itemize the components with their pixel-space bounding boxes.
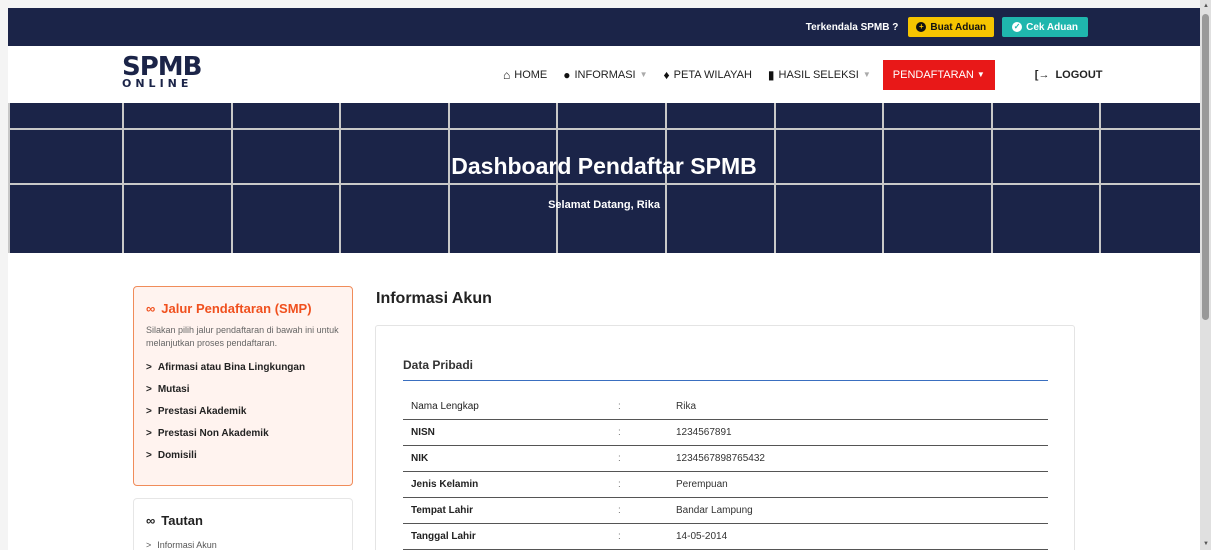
caret-down-icon: ▼ bbox=[976, 70, 985, 79]
home-icon: ⌂ bbox=[503, 67, 511, 82]
nav-logout-label: LOGOUT bbox=[1055, 68, 1103, 81]
grid-line bbox=[8, 128, 1200, 130]
table-row: Tempat Lahir : Bandar Lampung bbox=[403, 498, 1048, 524]
row-separator: : bbox=[618, 505, 621, 516]
page-title: Dashboard Pendaftar SPMB bbox=[451, 153, 757, 179]
jalur-item-prestasi-akademik[interactable]: > Prestasi Akademik bbox=[146, 400, 340, 422]
tautan-card: ∞ Tautan > Informasi Akun bbox=[133, 498, 353, 550]
row-separator: : bbox=[618, 401, 621, 412]
caret-down-icon: ▼ bbox=[639, 70, 648, 79]
jalur-item-label: Domisili bbox=[157, 449, 197, 461]
row-label: Jenis Kelamin bbox=[411, 479, 479, 490]
scrollbar-thumb[interactable] bbox=[1202, 14, 1209, 320]
data-pribadi-heading: Data Pribadi bbox=[403, 358, 474, 372]
row-label: Tanggal Lahir bbox=[411, 531, 476, 542]
nav-hasil-label: HASIL SELEKSI bbox=[778, 68, 859, 81]
link-icon: ∞ bbox=[146, 301, 156, 316]
nav-item-hasil-seleksi[interactable]: ▮ HASIL SELEKSI ▼ bbox=[768, 68, 871, 82]
row-separator: : bbox=[618, 453, 621, 464]
cek-aduan-label: Cek Aduan bbox=[1026, 21, 1078, 33]
table-row: Jenis Kelamin : Perempuan bbox=[403, 472, 1048, 498]
nav-informasi-label: INFORMASI bbox=[574, 68, 636, 81]
row-value: Bandar Lampung bbox=[676, 505, 753, 516]
vertical-scrollbar[interactable]: ▲ ▼ bbox=[1200, 0, 1211, 550]
chevron-right-icon: > bbox=[146, 361, 152, 373]
row-value: 1234567898765432 bbox=[676, 453, 765, 464]
info-circle-icon: ● bbox=[563, 67, 571, 82]
table-row: Nama Lengkap : Rika bbox=[403, 394, 1048, 420]
jalur-item-label: Prestasi Akademik bbox=[157, 405, 247, 417]
nav-home-label: HOME bbox=[514, 68, 548, 81]
tautan-item-informasi-akun[interactable]: > Informasi Akun bbox=[146, 540, 340, 550]
table-row: NIK : 1234567898765432 bbox=[403, 446, 1048, 472]
tautan-item-label: Informasi Akun bbox=[157, 540, 217, 550]
caret-down-icon: ▼ bbox=[862, 70, 871, 79]
chevron-right-icon: > bbox=[146, 427, 152, 439]
cek-aduan-button[interactable]: ✓ Cek Aduan bbox=[1002, 17, 1088, 37]
link-icon: ∞ bbox=[146, 513, 156, 528]
nav-item-informasi[interactable]: ● INFORMASI ▼ bbox=[563, 68, 647, 82]
section-title: Informasi Akun bbox=[376, 290, 492, 307]
row-value: 14-05-2014 bbox=[676, 531, 728, 542]
row-label: NIK bbox=[411, 453, 429, 464]
logo-text-online: ONLINE bbox=[122, 77, 193, 90]
table-row: NISN : 1234567891 bbox=[403, 420, 1048, 446]
scroll-up-icon[interactable]: ▲ bbox=[1203, 3, 1209, 9]
row-label: NISN bbox=[411, 427, 435, 438]
nav-item-logout[interactable]: [→ LOGOUT bbox=[1035, 69, 1103, 81]
row-value: Perempuan bbox=[676, 479, 728, 490]
jalur-heading: ∞ Jalur Pendaftaran (SMP) bbox=[146, 301, 340, 316]
jalur-title: Jalur Pendaftaran (SMP) bbox=[161, 301, 312, 316]
jalur-item-label: Afirmasi atau Bina Lingkungan bbox=[157, 361, 306, 373]
nav-item-home[interactable]: ⌂ HOME bbox=[503, 68, 547, 82]
table-row: Tanggal Lahir : 14-05-2014 bbox=[403, 524, 1048, 550]
row-value: Rika bbox=[676, 401, 697, 412]
row-value: 1234567891 bbox=[676, 427, 732, 438]
plus-circle-icon: + bbox=[916, 22, 927, 32]
logout-icon: [→ bbox=[1034, 68, 1050, 81]
nav-item-peta-wilayah[interactable]: ♦ PETA WILAYAH bbox=[664, 68, 752, 82]
buat-aduan-label: Buat Aduan bbox=[930, 21, 987, 33]
jalur-item-label: Prestasi Non Akademik bbox=[157, 427, 269, 439]
row-label: Nama Lengkap bbox=[411, 401, 479, 412]
scroll-down-icon[interactable]: ▼ bbox=[1203, 541, 1209, 547]
jalur-item-prestasi-non-akademik[interactable]: > Prestasi Non Akademik bbox=[146, 422, 340, 444]
map-pin-icon: ♦ bbox=[663, 67, 670, 82]
jalur-item-label: Mutasi bbox=[157, 383, 190, 395]
tautan-heading: ∞ Tautan bbox=[146, 513, 340, 528]
jalur-item-afirmasi[interactable]: > Afirmasi atau Bina Lingkungan bbox=[146, 356, 340, 378]
browser-viewport: Terkendala SPMB ? + Buat Aduan ✓ Cek Adu… bbox=[8, 8, 1200, 550]
jalur-pendaftaran-card: ∞ Jalur Pendaftaran (SMP) Silakan pilih … bbox=[133, 286, 353, 486]
nav-pendaftaran-label: PENDAFTARAN bbox=[892, 68, 974, 81]
grid-line bbox=[8, 183, 1200, 185]
row-separator: : bbox=[618, 479, 621, 490]
nav-item-pendaftaran[interactable]: PENDAFTARAN ▼ bbox=[882, 59, 995, 90]
welcome-text: Selamat Datang, Rika bbox=[548, 199, 660, 211]
nav-menu: ⌂ HOME ● INFORMASI ▼ ♦ PETA WILAYAH ▮ HA… bbox=[503, 46, 1103, 103]
row-separator: : bbox=[618, 427, 621, 438]
buat-aduan-button[interactable]: + Buat Aduan bbox=[908, 17, 995, 37]
main-nav: SPMB ONLINE ⌂ HOME ● INFORMASI ▼ ♦ PETA … bbox=[8, 46, 1200, 103]
heading-underline bbox=[403, 380, 1048, 381]
help-question-text: Terkendala SPMB ? bbox=[805, 21, 899, 33]
jalur-description: Silakan pilih jalur pendaftaran di bawah… bbox=[146, 325, 339, 348]
chevron-right-icon: > bbox=[146, 405, 152, 417]
tautan-title: Tautan bbox=[161, 513, 203, 528]
clipboard-icon: ▮ bbox=[767, 67, 775, 82]
nav-peta-label: PETA WILAYAH bbox=[673, 68, 752, 81]
top-bar: Terkendala SPMB ? + Buat Aduan ✓ Cek Adu… bbox=[8, 8, 1200, 46]
row-separator: : bbox=[618, 531, 621, 542]
informasi-akun-card: Data Pribadi Nama Lengkap : Rika NISN : … bbox=[375, 325, 1075, 550]
spmb-logo[interactable]: SPMB ONLINE bbox=[122, 54, 202, 90]
jalur-item-mutasi[interactable]: > Mutasi bbox=[146, 378, 340, 400]
jalur-item-domisili[interactable]: > Domisili bbox=[146, 444, 340, 466]
jalur-list: > Afirmasi atau Bina Lingkungan > Mutasi >… bbox=[146, 356, 340, 466]
check-circle-icon: ✓ bbox=[1012, 22, 1023, 32]
chevron-right-icon: > bbox=[146, 540, 152, 550]
chevron-right-icon: > bbox=[146, 449, 152, 461]
chevron-right-icon: > bbox=[146, 383, 152, 395]
hero-banner: Dashboard Pendaftar SPMB Selamat Datang,… bbox=[8, 103, 1200, 253]
row-label: Tempat Lahir bbox=[411, 505, 474, 516]
